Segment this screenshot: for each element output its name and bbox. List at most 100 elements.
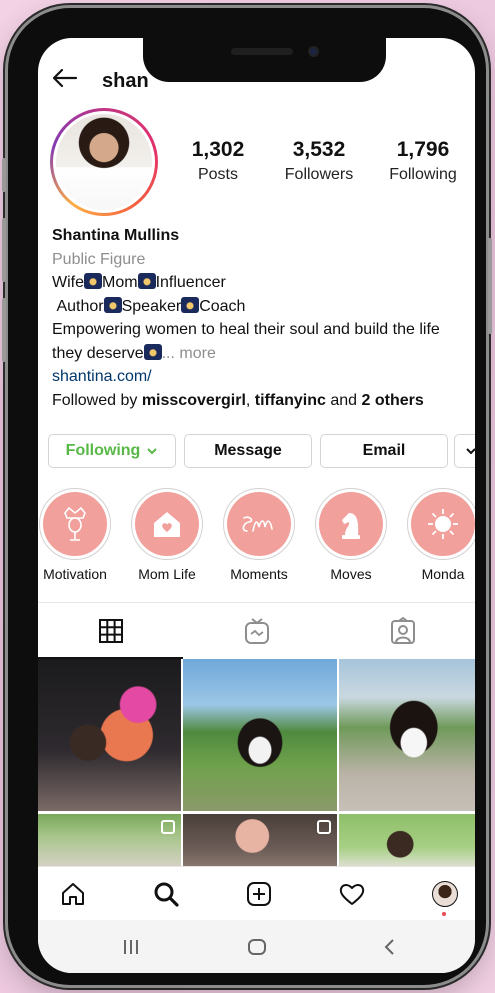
more-link[interactable]: ... more (162, 345, 216, 362)
followed-by-and: and (325, 391, 362, 409)
earpiece-speaker (231, 48, 293, 55)
back-button[interactable] (378, 936, 400, 958)
profile-tabs (38, 602, 475, 659)
highlight-moves[interactable]: Moves (308, 488, 394, 582)
profile-avatar[interactable] (50, 108, 158, 216)
post-thumbnail[interactable] (339, 659, 475, 811)
tab-tagged[interactable] (330, 603, 475, 659)
search-icon (154, 882, 179, 907)
username: shan (102, 70, 149, 92)
grid-icon (98, 619, 123, 643)
followed-by-others: 2 others (361, 391, 424, 409)
sparkle-emoji-icon (137, 273, 156, 289)
post-thumbnail[interactable] (38, 814, 181, 869)
house-heart-icon (135, 492, 199, 556)
category-label: Public Figure (52, 250, 146, 268)
highlight-label: Mom Life (138, 566, 196, 582)
highlight-label: Moments (230, 566, 288, 582)
sparkle-emoji-icon (143, 343, 162, 360)
posts-grid (38, 659, 475, 869)
add-post-icon (247, 882, 271, 906)
message-button[interactable]: Message (184, 434, 312, 468)
chevron-down-icon (465, 448, 475, 455)
tagged-user-icon (390, 617, 415, 644)
sparkle-emoji-icon (84, 273, 102, 289)
following-label: Following (389, 166, 457, 183)
profile-avatar-small (432, 881, 458, 907)
back-arrow-icon[interactable] (52, 68, 78, 88)
sm-monogram-icon (227, 492, 291, 556)
followed-by-sep: , (245, 391, 255, 409)
highlight-motivation[interactable]: Motivation (38, 488, 118, 582)
volume-up-button (2, 218, 6, 282)
heart-icon (339, 884, 365, 905)
bio-word: Mom (102, 274, 138, 291)
followed-by-user: misscovergirl (141, 391, 246, 409)
followers-count: 3,532 (292, 138, 346, 161)
volume-down-button (2, 298, 6, 362)
sparkle-emoji-icon (181, 296, 200, 313)
post-thumbnail[interactable] (183, 814, 337, 869)
tab-igtv[interactable] (184, 603, 329, 659)
front-camera (308, 46, 319, 57)
posts-count: 1,302 (191, 138, 245, 161)
posts-label: Posts (197, 166, 238, 183)
recents-button[interactable] (120, 936, 142, 958)
display-name: Shantina Mullins (52, 227, 180, 244)
highlight-label: Motivation (43, 566, 107, 582)
sparkle-emoji-icon (103, 296, 122, 313)
phone-screen: shan 1,302 Posts 3,532 Followers 1,796 F… (38, 38, 475, 973)
nav-profile[interactable] (430, 879, 460, 916)
carousel-icon (161, 820, 175, 834)
phone-frame: shan 1,302 Posts 3,532 Followers 1,796 F… (2, 8, 492, 985)
chevron-down-icon (147, 448, 158, 455)
highlight-moments[interactable]: Moments (216, 488, 302, 582)
email-button[interactable]: Email (320, 434, 448, 468)
message-button-label: Message (214, 442, 282, 459)
following-count: 1,796 (396, 138, 450, 161)
post-thumbnail[interactable] (339, 814, 475, 869)
home-icon (62, 883, 84, 905)
followed-by[interactable]: Followed by misscovergirl, tiffanyinc an… (52, 389, 472, 413)
posts-stat[interactable]: 1,302 Posts (170, 138, 266, 184)
following-stat[interactable]: 1,796 Following (375, 138, 471, 184)
bio-tagline-cont: they deserve ... more (52, 342, 472, 366)
home-square-icon (248, 939, 266, 955)
highlight-label: Monda (421, 566, 465, 582)
nav-activity[interactable] (337, 879, 367, 909)
home-button[interactable] (246, 936, 268, 958)
highlight-monday[interactable]: Monda (400, 488, 475, 582)
followed-by-prefix: Followed by (52, 391, 142, 409)
nav-home[interactable] (58, 879, 88, 909)
system-navigation (38, 920, 475, 973)
bio-line-titles: Author Speaker Coach (52, 295, 472, 319)
website-link[interactable]: shantina.com/ (52, 365, 472, 389)
carousel-icon (317, 820, 331, 834)
profile-bio: Shantina Mullins Public Figure Wife Mom In… (52, 224, 472, 412)
chevron-left-icon (384, 939, 394, 955)
highlight-mom-life[interactable]: Mom Life (124, 488, 210, 582)
post-thumbnail[interactable] (38, 659, 181, 811)
profile-actions: Following Message Email (48, 434, 475, 468)
suggested-button[interactable] (454, 434, 475, 468)
mute-switch (2, 158, 6, 192)
followers-stat[interactable]: 3,532 Followers (271, 138, 367, 184)
bio-tagline: Empowering women to heal their soul and … (52, 321, 440, 338)
followers-label: Followers (284, 166, 354, 183)
post-thumbnail[interactable] (183, 659, 337, 811)
sun-icon (411, 492, 475, 556)
following-button-label: Following (65, 442, 141, 459)
notification-dot (442, 912, 446, 916)
bio-word: Influencer (155, 274, 226, 291)
nav-search[interactable] (151, 879, 181, 909)
email-button-label: Email (362, 442, 406, 459)
nav-create[interactable] (244, 879, 274, 909)
story-highlights: Motivation Mom Life Moments Moves Monda (38, 488, 475, 588)
following-button[interactable]: Following (48, 434, 176, 468)
power-button (488, 238, 492, 334)
crown-mic-icon (43, 492, 107, 556)
followed-by-user: tiffanyinc (254, 391, 326, 409)
bio-word: Wife (52, 274, 84, 291)
highlight-label: Moves (330, 566, 372, 582)
tab-grid[interactable] (38, 603, 183, 659)
